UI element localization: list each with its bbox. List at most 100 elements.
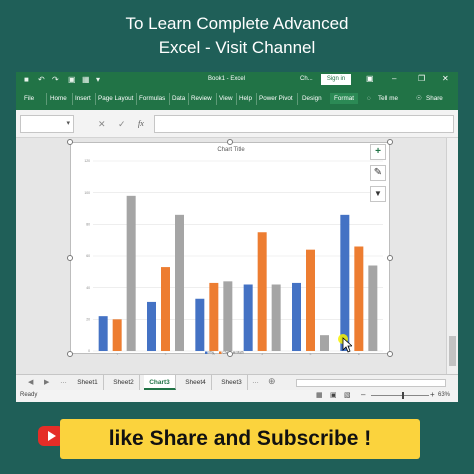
name-box[interactable]: ▾	[20, 115, 74, 133]
ribbon-display-icon[interactable]: ▣	[366, 74, 374, 84]
minimize-icon[interactable]: –	[392, 74, 396, 84]
tell-me-search[interactable]: Tell me	[378, 95, 398, 102]
tab-design[interactable]: Design	[302, 95, 322, 102]
resize-handle[interactable]	[387, 351, 393, 357]
status-ready: Ready	[20, 392, 38, 398]
scroll-right-icon[interactable]: ▶	[44, 378, 49, 386]
bar-phy[interactable]	[243, 284, 253, 352]
tab-insert[interactable]: Insert	[75, 95, 91, 102]
tab-view[interactable]: View	[219, 95, 233, 102]
resize-handle[interactable]	[67, 255, 73, 261]
tab-help[interactable]: Help	[239, 95, 252, 102]
page-layout-view-icon[interactable]: ▣	[330, 391, 337, 399]
chart-filters-funnel-icon[interactable]: ▼	[370, 186, 386, 202]
sheet-tab-sheet3[interactable]: Sheet3	[216, 375, 248, 390]
bar-phy[interactable]	[98, 316, 108, 351]
zoom-slider[interactable]	[371, 395, 429, 396]
legend-swatch-math[interactable]	[233, 351, 236, 355]
legend-label-math[interactable]: Math	[237, 351, 244, 355]
chart-styles-brush-icon[interactable]: ✎	[370, 165, 386, 181]
tab-formulas[interactable]: Formulas	[139, 95, 165, 102]
form-icon[interactable]: ▦	[82, 75, 90, 85]
tab-home[interactable]: Home	[50, 95, 67, 102]
insert-function-button[interactable]: fx	[138, 119, 144, 128]
resize-handle[interactable]	[227, 139, 233, 145]
bar-che[interactable]	[112, 319, 122, 351]
legend-swatch-che[interactable]	[219, 351, 222, 355]
ribbon-tabs: File Home Insert Page Layout Formulas Da…	[16, 88, 458, 110]
bar-che[interactable]	[209, 282, 219, 351]
new-sheet-plus-icon[interactable]: ⊕	[268, 376, 276, 387]
bar-math[interactable]	[271, 284, 281, 352]
legend-label-phy[interactable]: Phy	[209, 351, 215, 355]
formula-bar: ▾ ✕ ✓ fx	[16, 110, 458, 138]
title-bar: ■ ↶ ↷ ▣ ▦ ▾ Book1 - Excel Ch... Sign in …	[16, 72, 458, 88]
tab-data[interactable]: Data	[172, 95, 185, 102]
tab-power-pivot[interactable]: Power Pivot	[259, 95, 293, 102]
ribbon-separator	[169, 93, 170, 105]
bar-math[interactable]	[223, 281, 233, 351]
resize-handle[interactable]	[387, 139, 393, 145]
tab-review[interactable]: Review	[191, 95, 212, 102]
restore-icon[interactable]: ❐	[418, 74, 425, 84]
resize-handle[interactable]	[67, 139, 73, 145]
bar-phy[interactable]	[292, 282, 301, 351]
chevron-down-icon[interactable]: ▾	[66, 119, 70, 127]
resize-handle[interactable]	[227, 351, 233, 357]
bar-che[interactable]	[306, 249, 315, 351]
page-break-view-icon[interactable]: ▧	[344, 391, 351, 399]
column-chart[interactable]: 0204060801001201 2 3 4 5 6Phy Che Math	[71, 143, 391, 355]
bar-che[interactable]	[354, 246, 364, 352]
tab-format[interactable]: Format	[330, 93, 358, 104]
bar-math[interactable]	[368, 265, 378, 352]
zoom-level[interactable]: 63%	[438, 392, 450, 398]
customize-quick-access-icon[interactable]: ▾	[96, 75, 100, 85]
sheet-tab-sheet4[interactable]: Sheet4	[180, 375, 212, 390]
bar-phy[interactable]	[340, 214, 350, 351]
close-icon[interactable]: ✕	[442, 74, 449, 84]
x-tick-label: 4	[261, 353, 263, 355]
resize-handle[interactable]	[67, 351, 73, 357]
sign-in-button[interactable]: Sign in	[321, 74, 351, 85]
zoom-in-icon[interactable]: +	[430, 390, 435, 399]
legend-swatch-phy[interactable]	[205, 351, 208, 355]
x-tick-label: 6	[358, 353, 360, 355]
zoom-out-icon[interactable]: –	[361, 390, 365, 399]
ellipsis-icon[interactable]: …	[252, 378, 259, 385]
tab-file[interactable]: File	[24, 95, 34, 102]
y-tick-label: 80	[86, 223, 90, 227]
tab-page-layout[interactable]: Page Layout	[98, 95, 133, 102]
bar-che[interactable]	[257, 232, 267, 351]
mouse-cursor-icon	[338, 334, 352, 353]
resize-handle[interactable]	[387, 255, 393, 261]
bar-che[interactable]	[161, 267, 170, 351]
horizontal-scrollbar[interactable]	[296, 379, 446, 387]
scroll-thumb[interactable]	[449, 336, 456, 366]
bar-math[interactable]	[320, 335, 329, 351]
formula-input[interactable]	[154, 115, 454, 133]
redo-icon[interactable]: ↷	[52, 75, 59, 85]
bar-phy[interactable]	[195, 298, 205, 351]
enter-check-icon[interactable]: ✓	[118, 119, 126, 130]
excel-window: ■ ↶ ↷ ▣ ▦ ▾ Book1 - Excel Ch... Sign in …	[16, 72, 458, 402]
undo-icon[interactable]: ↶	[38, 75, 45, 85]
bar-math[interactable]	[126, 195, 136, 351]
bar-math[interactable]	[175, 214, 184, 351]
vertical-scrollbar[interactable]	[446, 138, 458, 374]
ellipsis-icon[interactable]: …	[60, 378, 67, 385]
camera-icon[interactable]: ▣	[68, 75, 76, 85]
chart-area[interactable]: Chart Title 0 20 40 60 80 100 120 1 2 3 4 5 6 Phy Che M…	[70, 142, 391, 355]
scroll-left-icon[interactable]: ◀	[28, 378, 33, 386]
share-button[interactable]: Share	[426, 95, 443, 102]
play-icon	[48, 431, 56, 441]
save-icon[interactable]: ■	[24, 75, 29, 85]
sheet-tab-chart3[interactable]: Chart3	[144, 375, 176, 390]
sheet-tab-sheet2[interactable]: Sheet2	[108, 375, 140, 390]
zoom-slider-handle[interactable]	[402, 392, 404, 399]
normal-view-icon[interactable]: ▦	[316, 391, 323, 399]
cancel-icon[interactable]: ✕	[98, 119, 106, 130]
banner-line-1: To Learn Complete Advanced	[125, 14, 349, 33]
chart-elements-plus-icon[interactable]: +	[370, 144, 386, 160]
sheet-tab-sheet1[interactable]: Sheet1	[72, 375, 104, 390]
bar-phy[interactable]	[147, 301, 156, 351]
